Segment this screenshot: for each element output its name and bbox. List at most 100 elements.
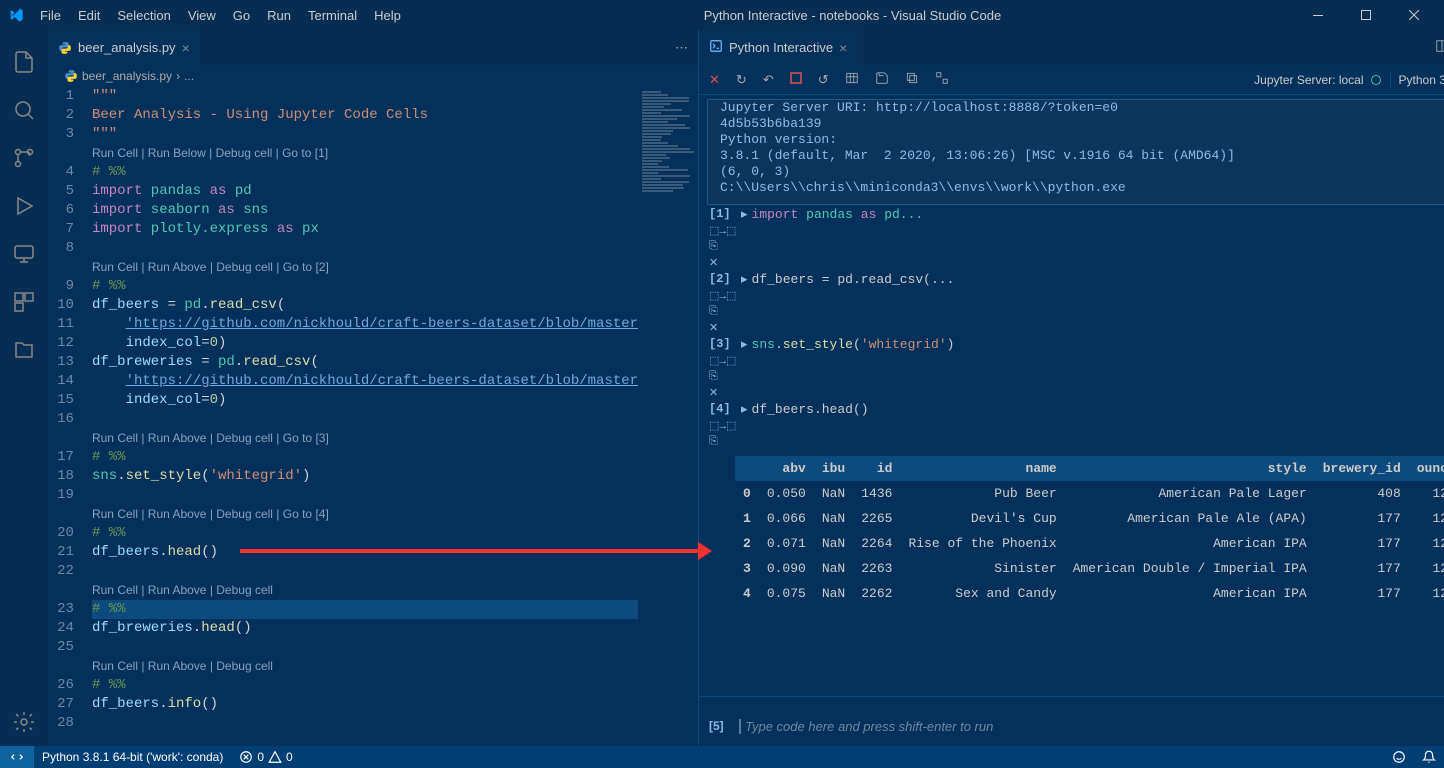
tab-beer-analysis[interactable]: beer_analysis.py ×: [48, 30, 201, 65]
problems-status[interactable]: 0 0: [231, 750, 300, 764]
output-cell: [3] ▸ sns.set_style('whitegrid'): [699, 335, 1444, 354]
variables-icon[interactable]: [845, 71, 859, 88]
stop-icon[interactable]: [790, 72, 802, 87]
expand-icon[interactable]: [935, 71, 949, 88]
run-debug-icon[interactable]: [0, 182, 48, 230]
cell-action-icons: ⬚→⬚ ⎘: [699, 419, 1444, 448]
interactive-input[interactable]: [5] Type code here and press shift-enter…: [699, 696, 1444, 746]
cell-caret-icon[interactable]: ▸: [741, 207, 748, 222]
save-icon[interactable]: [875, 71, 889, 88]
source-control-icon[interactable]: [0, 134, 48, 182]
editor-more-icon[interactable]: ⋯: [675, 40, 688, 56]
output-cell: [1] ▸ import pandas as pd...: [699, 205, 1444, 224]
output-cell: [4]▸df_beers.head(): [699, 400, 1444, 419]
notifications-icon[interactable]: [1414, 750, 1444, 764]
vscode-logo-icon: [8, 7, 24, 23]
cell-copy-icon[interactable]: ⎘: [709, 371, 1444, 383]
menu-terminal[interactable]: Terminal: [300, 4, 365, 27]
tab-close-icon[interactable]: ×: [182, 40, 190, 56]
input-cell-field[interactable]: Type code here and press shift-enter to …: [739, 719, 1444, 734]
tab-close-icon[interactable]: ×: [839, 40, 847, 56]
activity-bar: [0, 30, 48, 746]
interactive-output[interactable]: Jupyter Server URI: http://localhost:888…: [699, 95, 1444, 696]
maximize-button[interactable]: [1344, 0, 1388, 30]
feedback-icon[interactable]: [1384, 750, 1414, 764]
menu-selection[interactable]: Selection: [109, 4, 178, 27]
menu-bar: File Edit Selection View Go Run Terminal…: [32, 4, 409, 27]
code-content[interactable]: """Beer Analysis - Using Jupyter Code Ce…: [92, 87, 638, 746]
cell-code: sns.set_style('whitegrid'): [752, 337, 1444, 352]
redo-icon[interactable]: ↻: [736, 72, 747, 88]
cell-number: [2]: [709, 272, 737, 287]
cell-caret-icon[interactable]: ▸: [741, 402, 748, 417]
kernel-info: Jupyter Server URI: http://localhost:888…: [707, 99, 1444, 205]
cell-delete-icon[interactable]: ✕: [709, 256, 1444, 270]
export-icon[interactable]: [905, 71, 919, 88]
menu-edit[interactable]: Edit: [70, 4, 108, 27]
input-cell-number: [5]: [709, 719, 739, 734]
window-controls: [1296, 0, 1436, 30]
clear-icon[interactable]: ✕: [709, 72, 720, 88]
cell-goto-icon[interactable]: ⬚→⬚: [709, 289, 1444, 303]
cell-number: [3]: [709, 337, 737, 352]
annotation-arrow: [240, 549, 700, 553]
cell-action-icons: ⬚→⬚ ⎘ ✕: [699, 289, 1444, 335]
editor-tabs-right: Python Interactive × ⋯: [699, 30, 1444, 65]
cell-code: import pandas as pd...: [752, 207, 1444, 222]
cell-code: df_beers = pd.read_csv(...: [752, 272, 1444, 287]
cell-number: [4]: [709, 402, 737, 417]
cell-action-icons: ⬚→⬚ ⎘ ✕: [699, 354, 1444, 400]
cell-copy-icon[interactable]: ⎘: [709, 306, 1444, 318]
breadcrumb-sep: ›: [176, 69, 180, 83]
minimap[interactable]: [638, 87, 698, 746]
explorer-icon[interactable]: [0, 38, 48, 86]
python-file-icon: [58, 41, 72, 55]
menu-view[interactable]: View: [180, 4, 224, 27]
output-cell: [2] ▸ df_beers = pd.read_csv(...: [699, 270, 1444, 289]
cell-caret-icon[interactable]: ▸: [741, 337, 748, 352]
tab-label: Python Interactive: [729, 40, 833, 55]
cell-copy-icon[interactable]: ⎘: [709, 241, 1444, 253]
undo-icon[interactable]: ↶: [763, 72, 774, 88]
file-icon[interactable]: [0, 326, 48, 374]
jupyter-server-status[interactable]: Jupyter Server: local: [1254, 73, 1381, 87]
python-file-icon: [64, 69, 78, 83]
close-button[interactable]: [1392, 0, 1436, 30]
minimize-button[interactable]: [1296, 0, 1340, 30]
search-icon[interactable]: [0, 86, 48, 134]
python-interpreter-status[interactable]: Python 3.8.1 64-bit ('work': conda): [34, 750, 231, 764]
settings-gear-icon[interactable]: [0, 698, 48, 746]
cell-delete-icon[interactable]: ✕: [709, 386, 1444, 400]
cell-number: [1]: [709, 207, 737, 222]
split-editor-icon[interactable]: [1435, 39, 1444, 56]
menu-file[interactable]: File: [32, 4, 69, 27]
breadcrumb[interactable]: beer_analysis.py › ...: [48, 65, 698, 87]
interactive-icon: [709, 39, 723, 56]
breadcrumb-file: beer_analysis.py: [82, 69, 172, 83]
remote-explorer-icon[interactable]: [0, 230, 48, 278]
cell-delete-icon[interactable]: ✕: [709, 321, 1444, 335]
cell-caret-icon[interactable]: ▸: [741, 272, 748, 287]
tab-python-interactive[interactable]: Python Interactive ×: [699, 30, 858, 65]
editor-right: Python Interactive × ⋯ ✕ ↻ ↶ ↺: [698, 30, 1444, 746]
menu-help[interactable]: Help: [366, 4, 409, 27]
cell-goto-icon[interactable]: ⬚→⬚: [709, 224, 1444, 238]
cell-goto-icon[interactable]: ⬚→⬚: [709, 354, 1444, 368]
kernel-status[interactable]: Python 3: Idle: [1390, 73, 1444, 87]
editor-tabs-left: beer_analysis.py × ⋯: [48, 30, 698, 65]
code-editor[interactable]: 1234567891011121314151617181920212223242…: [48, 87, 698, 746]
titlebar: File Edit Selection View Go Run Terminal…: [0, 0, 1444, 30]
cell-action-icons: ⬚→⬚ ⎘ ✕: [699, 224, 1444, 270]
menu-run[interactable]: Run: [259, 4, 299, 27]
line-gutter: 1234567891011121314151617181920212223242…: [48, 87, 92, 746]
extensions-icon[interactable]: [0, 278, 48, 326]
dataframe-table: abvibuidnamestylebrewery_idounces 00.050…: [735, 456, 1444, 606]
breadcrumb-more: ...: [184, 69, 194, 83]
menu-go[interactable]: Go: [225, 4, 258, 27]
editor-left: beer_analysis.py × ⋯ beer_analysis.py › …: [48, 30, 698, 746]
window-title: Python Interactive - notebooks - Visual …: [409, 8, 1296, 23]
remote-indicator[interactable]: [0, 746, 34, 768]
restart-icon[interactable]: ↺: [818, 72, 829, 88]
cell-goto-icon[interactable]: ⬚→⬚: [709, 419, 1444, 433]
cell-copy-icon[interactable]: ⎘: [709, 436, 1444, 448]
